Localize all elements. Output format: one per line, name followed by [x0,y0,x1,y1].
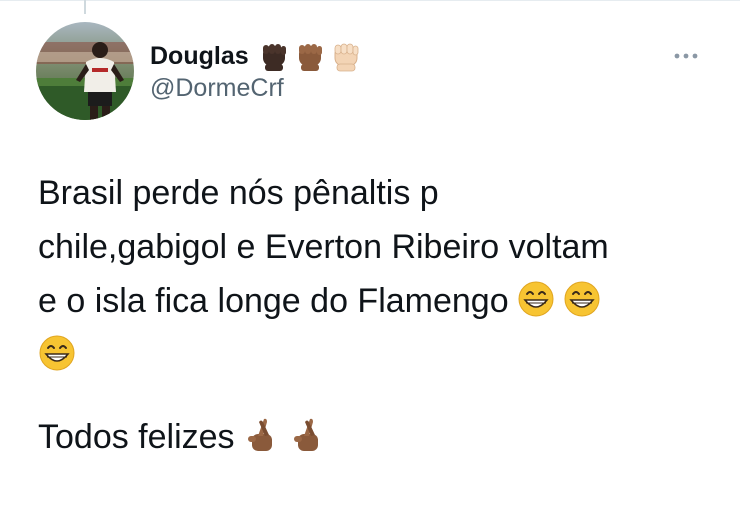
tweet-card[interactable]: Douglas @DormeCrf Brasil perde nós pênal… [0,0,740,508]
avatar-photo-icon [36,22,134,120]
tweet-text-line-4 [38,328,718,382]
tweet-text-line-3-text: e o isla fica longe do Flamengo [38,282,509,320]
tweet-text-line-5-text: Todos felizes [38,418,235,456]
grinning-face-icon [39,335,75,371]
raised-fist-dark-skin-icon [262,44,286,71]
more-options-button[interactable] [668,44,704,68]
avatar[interactable] [36,22,134,120]
grinning-face-icon [518,281,554,317]
crossed-fingers-medium-dark-icon [247,418,272,451]
more-options-icon [674,53,698,59]
tweet-text-line-3: e o isla fica longe do Flamengo [38,274,718,328]
author-handle[interactable]: @DormeCrf [150,74,284,103]
tweet-text-line-5: Todos felizes [38,410,718,464]
raised-fist-medium-dark-skin-icon [298,44,322,71]
raised-fist-light-skin-icon [334,43,359,72]
crossed-fingers-medium-dark-icon [293,418,318,451]
tweet-text-line-1: Brasil perde nós pênaltis p [38,174,439,212]
grinning-face-icon [564,281,600,317]
tweet-text-line-2: chile,gabigol e Everton Ribeiro voltam [38,228,609,266]
tweet-text: Brasil perde nós pênaltis p chile,gabigo… [38,166,718,464]
display-name[interactable]: Douglas [150,42,249,71]
author-name-row: Douglas [150,36,367,76]
